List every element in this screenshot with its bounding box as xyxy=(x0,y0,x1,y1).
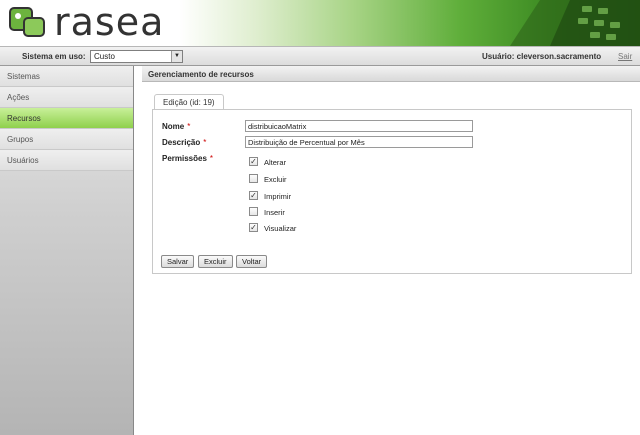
system-select-value: Custo xyxy=(94,52,115,61)
back-button[interactable]: Voltar xyxy=(236,255,268,268)
inserir-label: Inserir xyxy=(264,208,285,217)
delete-button[interactable]: Excluir xyxy=(198,255,233,268)
permissoes-label: Permissões * xyxy=(162,154,213,163)
visualizar-label: Visualizar xyxy=(264,224,297,233)
system-label: Sistema em uso: xyxy=(22,52,86,61)
required-mark: * xyxy=(187,122,191,131)
imprimir-label: Imprimir xyxy=(264,192,292,201)
sidebar-item-label: Recursos xyxy=(7,114,41,123)
save-button[interactable]: Salvar xyxy=(161,255,195,268)
excluir-label: Excluir xyxy=(264,175,287,184)
sidebar-item-sistemas[interactable]: Sistemas xyxy=(0,66,133,87)
visualizar-checkbox[interactable]: ✓ xyxy=(249,223,258,232)
permissoes-label-text: Permissões xyxy=(162,154,207,163)
top-bar: Sistema em uso: Custo ▼ Usuário: clevers… xyxy=(0,46,640,66)
sidebar-item-label: Sistemas xyxy=(7,72,40,81)
current-user-label: Usuário: cleverson.sacramento xyxy=(482,52,602,61)
brand-name: rasea xyxy=(54,0,165,44)
alterar-label: Alterar xyxy=(264,158,287,167)
required-mark: * xyxy=(203,138,207,147)
header-banner: rasea xyxy=(0,0,640,46)
sidebar-item-grupos[interactable]: Grupos xyxy=(0,129,133,150)
required-mark: * xyxy=(209,154,214,163)
descricao-label: Descrição * xyxy=(162,138,206,147)
page-title: Gerenciamento de recursos xyxy=(142,66,640,82)
rasea-logo-icon xyxy=(9,7,45,37)
system-select[interactable]: Custo ▼ xyxy=(90,50,183,63)
main-content: Gerenciamento de recursos Edição (id: 19… xyxy=(142,66,640,435)
sidebar: Sistemas Ações Recursos Grupos Usuários xyxy=(0,66,134,435)
tab-edicao[interactable]: Edição (id: 19) xyxy=(154,94,224,110)
sidebar-item-acoes[interactable]: Ações xyxy=(0,87,133,108)
sidebar-item-recursos[interactable]: Recursos xyxy=(0,108,133,129)
alterar-checkbox[interactable]: ✓ xyxy=(249,157,258,166)
chevron-down-icon[interactable]: ▼ xyxy=(171,51,182,62)
imprimir-checkbox[interactable]: ✓ xyxy=(249,191,258,200)
logout-link[interactable]: Sair xyxy=(618,52,632,61)
descricao-input[interactable]: Distribuição de Percentual por Mês xyxy=(245,136,473,148)
nome-label-text: Nome xyxy=(162,122,185,131)
inserir-checkbox[interactable] xyxy=(249,207,258,216)
sidebar-item-usuarios[interactable]: Usuários xyxy=(0,150,133,171)
descricao-label-text: Descrição xyxy=(162,138,201,147)
edit-form-panel: Nome * distribuicaoMatrix Descrição * Dist… xyxy=(152,109,632,274)
sidebar-item-label: Grupos xyxy=(7,135,34,144)
sidebar-item-label: Ações xyxy=(7,93,30,102)
header-keypad-art xyxy=(510,0,640,46)
nome-input[interactable]: distribuicaoMatrix xyxy=(245,120,473,132)
sidebar-item-label: Usuários xyxy=(7,156,39,165)
excluir-checkbox[interactable] xyxy=(249,174,258,183)
nome-label: Nome * xyxy=(162,122,190,131)
